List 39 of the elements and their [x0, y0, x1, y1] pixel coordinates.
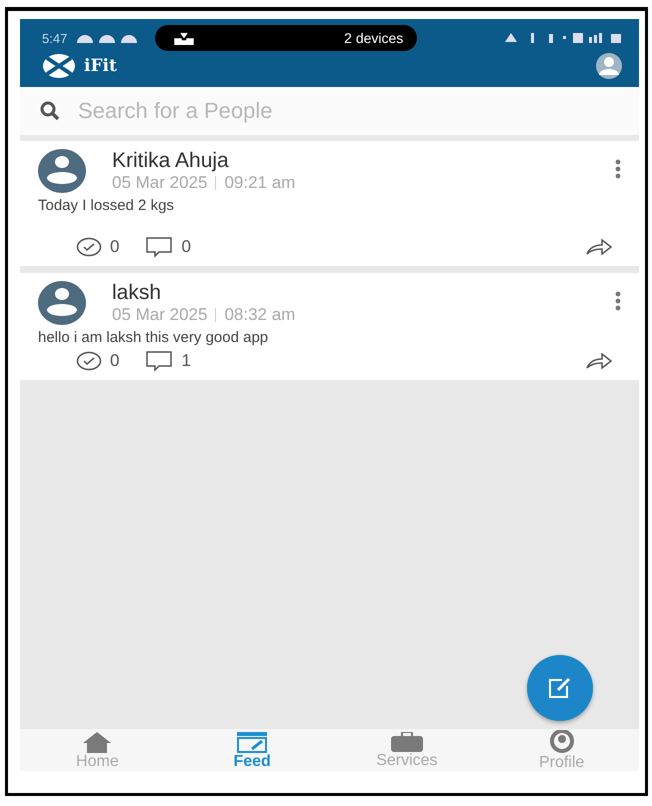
home-icon	[82, 730, 112, 752]
tab[interactable]: Home	[20, 729, 175, 771]
share-icon[interactable]	[585, 351, 613, 371]
comment-icon[interactable]	[145, 236, 174, 258]
more-options-icon[interactable]	[615, 159, 621, 179]
author-name[interactable]: Kritika Ahuja	[112, 149, 589, 173]
avatar-icon	[38, 149, 86, 193]
like-count: 0	[110, 237, 120, 257]
comment-count: 0	[181, 237, 191, 257]
post-date: 05 Mar 2025	[112, 173, 208, 193]
post-time: 08:32 am	[224, 305, 296, 325]
check-circle-icon[interactable]	[76, 237, 102, 257]
post-text: hello i am laksh this very good app	[38, 329, 270, 346]
avatar-icon	[38, 281, 86, 325]
share-icon[interactable]	[585, 237, 613, 257]
compose-icon	[548, 677, 572, 699]
post-time: 09:21 am	[224, 173, 296, 193]
app-title: iFit	[84, 56, 117, 76]
post-date: 05 Mar 2025	[112, 305, 208, 325]
briefcase-icon	[390, 732, 424, 752]
post-text: Today I lossed 2 kgs	[38, 197, 175, 214]
like-count: 0	[110, 351, 120, 371]
profile-avatar-icon[interactable]	[595, 53, 623, 79]
tab[interactable]: Services	[330, 729, 484, 771]
status-time: 5:47	[42, 30, 68, 46]
comment-icon[interactable]	[145, 350, 174, 372]
more-options-icon[interactable]	[615, 291, 621, 311]
check-circle-icon[interactable]	[76, 351, 102, 371]
profile-icon	[548, 730, 576, 754]
devices-pill[interactable]: 2 devices	[155, 25, 418, 51]
author-name[interactable]: laksh	[112, 281, 589, 305]
logo-icon	[42, 53, 76, 79]
comment-count: 1	[181, 351, 191, 371]
search-field[interactable]: Search for a People	[20, 87, 639, 135]
tab[interactable]: Profile	[484, 729, 639, 771]
compose-button[interactable]	[527, 655, 593, 721]
tray-icon	[173, 31, 196, 45]
feed-icon	[236, 730, 268, 752]
tab[interactable]: Feed	[174, 729, 330, 771]
